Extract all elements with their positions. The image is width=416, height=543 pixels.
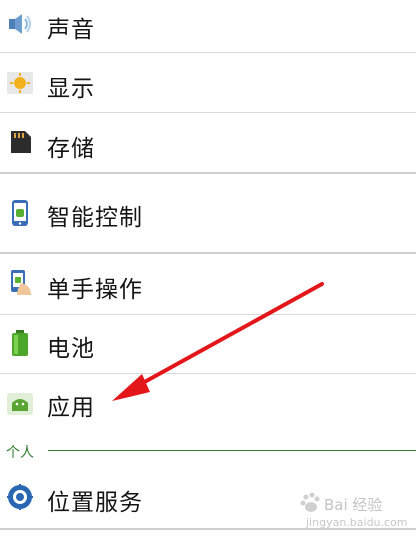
settings-item-storage[interactable]: 存储 (0, 113, 416, 172)
settings-item-label: 显示 (47, 76, 95, 102)
baidu-watermark: Bai 经验 jingyan.baidu.com (298, 488, 416, 543)
battery-icon (12, 330, 28, 356)
settings-item-one-hand[interactable]: 单手操作 (0, 254, 416, 314)
settings-item-label: 应用 (47, 395, 95, 421)
hand-phone-icon (11, 270, 31, 295)
settings-item-label: 电池 (47, 336, 95, 362)
settings-item-battery[interactable]: 电池 (0, 315, 416, 373)
speaker-icon (9, 14, 31, 34)
settings-item-label: 智能控制 (47, 205, 143, 231)
section-header-personal: 个人 (6, 445, 34, 461)
settings-item-label: 单手操作 (47, 277, 143, 303)
settings-item-label: 位置服务 (47, 490, 143, 516)
phone-android-icon (12, 200, 28, 226)
settings-item-apps[interactable]: 应用 (0, 374, 416, 432)
paw-logo-icon (300, 492, 320, 512)
settings-item-display[interactable]: 显示 (0, 53, 416, 112)
watermark-text: Bai 经验 (324, 496, 383, 514)
settings-item-smart-control[interactable]: 智能控制 (0, 174, 416, 252)
section-header-line (48, 450, 416, 451)
settings-item-label: 存储 (47, 136, 95, 162)
settings-item-label: 声音 (47, 17, 95, 43)
brightness-icon (7, 72, 33, 94)
watermark-url: jingyan.baidu.com (306, 516, 408, 529)
location-icon (7, 484, 33, 510)
settings-item-sound[interactable]: 声音 (0, 0, 416, 52)
android-app-icon (7, 393, 33, 415)
sd-card-icon (11, 131, 31, 153)
